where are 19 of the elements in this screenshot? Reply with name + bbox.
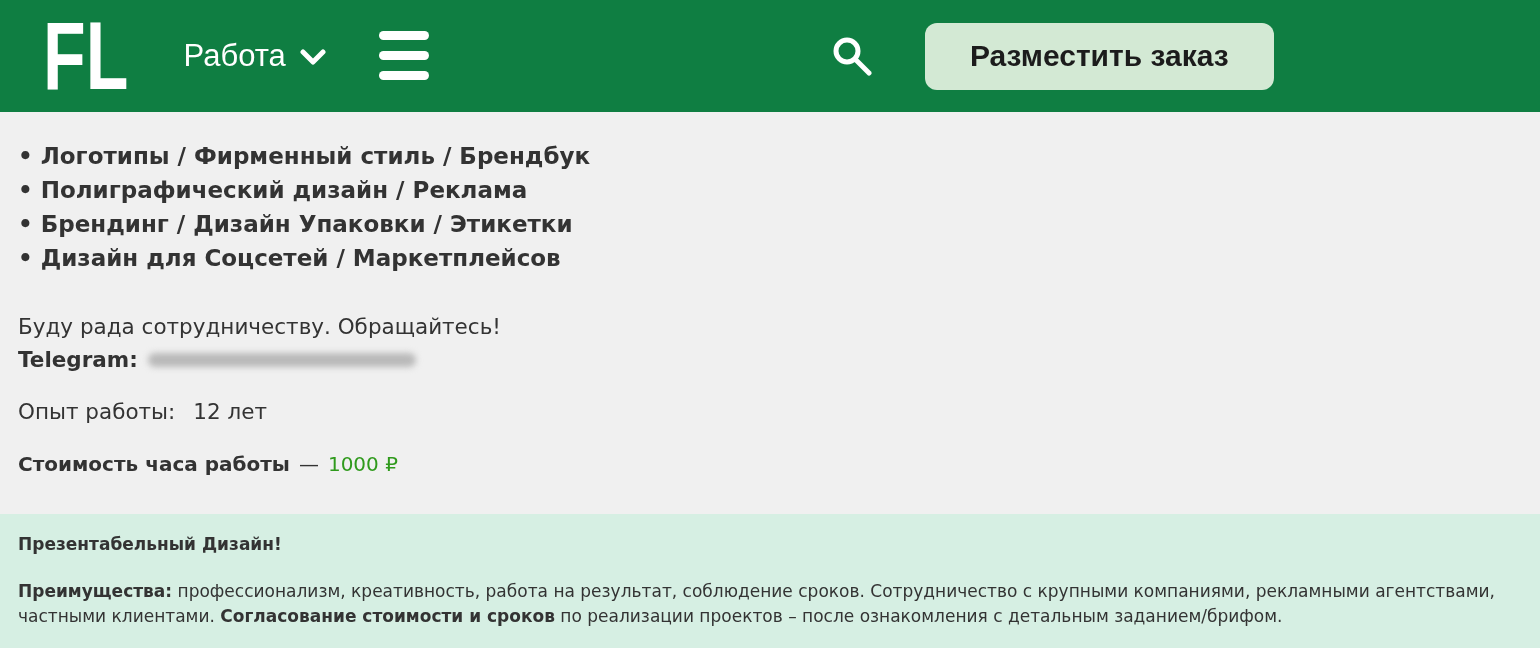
dash-separator: — bbox=[298, 451, 319, 478]
telegram-label: Telegram: bbox=[18, 346, 138, 374]
chevron-down-icon bbox=[299, 49, 326, 67]
menu-icon[interactable] bbox=[378, 31, 429, 81]
greeting-text: Буду рада сотрудничеству. Обращайтесь! bbox=[18, 313, 502, 341]
search-icon[interactable] bbox=[831, 36, 872, 76]
about-title: Презентабельный Дизайн! bbox=[18, 533, 283, 556]
service-item: • Брендинг / Дизайн Упаковки / Этикетки bbox=[18, 210, 574, 239]
hourly-rate-label: Стоимость часа работы bbox=[18, 451, 290, 478]
experience-value: 12 лет bbox=[193, 398, 267, 426]
logo[interactable]: FL bbox=[43, 21, 129, 91]
service-item: • Полиграфический дизайн / Реклама bbox=[18, 176, 529, 205]
service-item: • Дизайн для Соцсетей / Маркетплейсов bbox=[18, 244, 562, 273]
place-order-button[interactable]: Разместить заказ bbox=[924, 22, 1274, 90]
nav-dropdown[interactable]: Работа bbox=[183, 38, 326, 74]
hourly-rate-value: 1000 ₽ bbox=[327, 451, 398, 478]
about-paragraph: Преимущества: профессионализм, креативность, работа на результат, соблюдение сроков. Сотрудничество с крупными компаниями, рекламными агентствами, частными клиентами. Согласование стоимости и сроков по реализации проектов – после ознакомления с детальным заданием/брифом. bbox=[18, 580, 1496, 628]
service-item: • Логотипы / Фирменный стиль / Брендбук bbox=[18, 142, 592, 171]
experience-label: Опыт работы: bbox=[18, 398, 176, 426]
